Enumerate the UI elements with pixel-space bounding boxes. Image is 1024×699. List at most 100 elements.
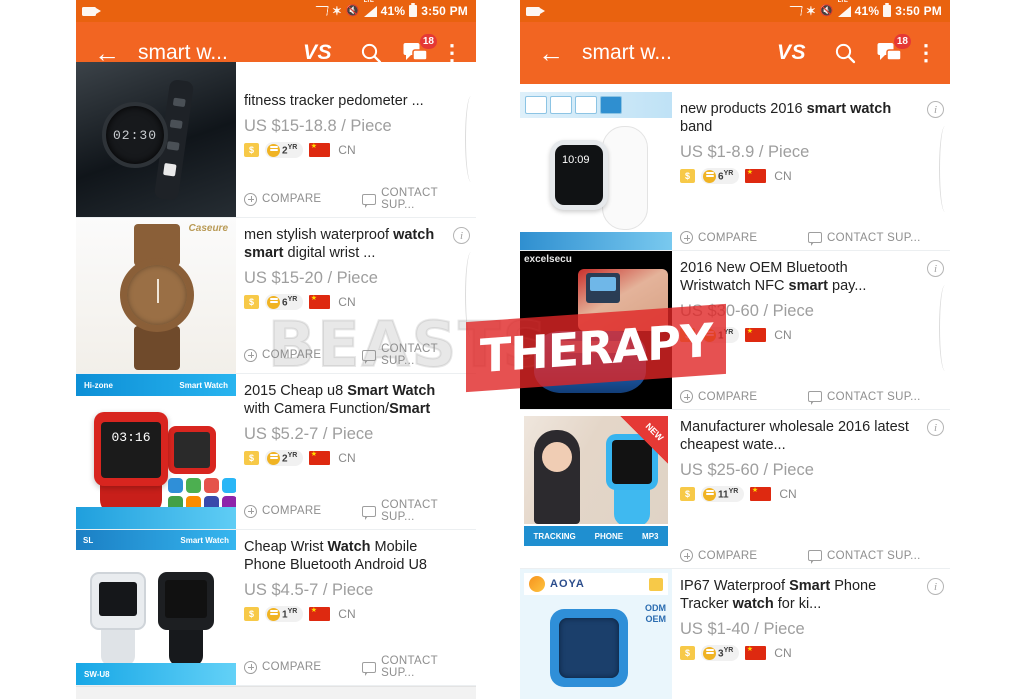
info-icon[interactable]: i (927, 419, 944, 436)
contact-supplier-button[interactable]: CONTACT SUP... (362, 187, 466, 211)
country-code: CN (338, 295, 356, 309)
product-title[interactable]: Cheap Wrist Watch Mobile Phone Bluetooth… (244, 538, 466, 574)
product-title[interactable]: fitness tracker pedometer ... (244, 92, 466, 110)
product-card[interactable]: SL Smart Watch SW-U8 Cheap Wrist Watch Mo… (76, 530, 476, 686)
product-image[interactable]: NEW TRACKING PHONE MP3 (520, 410, 672, 568)
gold-supplier-icon (680, 328, 695, 342)
product-card[interactable]: Hi-zoneSmart Watch 2015 Cheap u8 Smart W… (76, 374, 476, 530)
product-card[interactable]: excelsecu 2016 New OEM Bluetooth Wristwa… (520, 251, 950, 410)
years-suffix: YR (287, 295, 298, 303)
compare-button[interactable]: COMPARE (244, 504, 362, 518)
vs-compare-button[interactable]: VS (777, 41, 806, 65)
contact-label: CONTACT SUP... (827, 390, 921, 403)
compare-button[interactable]: COMPARE (244, 192, 362, 206)
contact-supplier-button[interactable]: CONTACT SUP... (362, 343, 466, 367)
overflow-menu-button[interactable]: ⋮ (914, 36, 938, 70)
product-list-right[interactable]: 10:09 new products 2016 smart watch band… (520, 92, 950, 699)
country-flag-icon (309, 142, 331, 157)
scroll-hint-arc (939, 285, 950, 371)
network-type-label: LTE (363, 0, 374, 4)
overflow-menu-icon: ⋮ (441, 40, 463, 66)
info-icon[interactable]: i (927, 101, 944, 118)
contact-supplier-button[interactable]: CONTACT SUP... (362, 655, 466, 679)
years-badge: 6YR (265, 294, 304, 310)
back-button[interactable]: ← (534, 36, 568, 70)
product-price: US $15-18.8 / Piece (244, 117, 392, 135)
compare-button[interactable]: COMPARE (244, 660, 362, 674)
card-actions: COMPARE CONTACT SUP... (680, 223, 940, 246)
product-image[interactable]: Caseure (76, 218, 236, 373)
product-title[interactable]: 2015 Cheap u8 Smart Watch with Camera Fu… (244, 382, 466, 418)
card-actions: COMPARE CONTACT SUP... (244, 179, 466, 211)
card-actions: COMPARE CONTACT SUP... (244, 491, 466, 523)
contact-label: CONTACT SUP... (381, 655, 438, 679)
gold-supplier-icon (244, 607, 259, 621)
compare-label: COMPARE (698, 231, 758, 244)
supplier-badges: 2YR CN (244, 450, 466, 466)
product-image[interactable]: AOYA ODM OEM (520, 569, 672, 699)
clock-time: 3:50 PM (421, 4, 468, 18)
screen-cast-icon (788, 6, 803, 16)
compare-label: COMPARE (698, 390, 758, 403)
product-image[interactable]: excelsecu (520, 251, 672, 409)
contact-supplier-button[interactable]: CONTACT SUP... (808, 231, 921, 246)
years-value: 11 (718, 489, 729, 501)
contact-label: CONTACT SUP... (827, 549, 921, 562)
product-details: fitness tracker pedometer ... US $15-18.… (236, 62, 476, 217)
product-card[interactable]: 10:09 new products 2016 smart watch band… (520, 92, 950, 251)
info-icon[interactable]: i (927, 578, 944, 595)
product-title[interactable]: 2016 New OEM Bluetooth Wristwatch NFC sm… (680, 259, 940, 295)
info-icon[interactable]: i (927, 260, 944, 277)
product-card[interactable]: AOYA ODM OEM IP67 Waterproof Smart Phone … (520, 569, 950, 699)
chat-bubble-icon (808, 550, 822, 564)
back-arrow-icon: ← (538, 38, 564, 68)
search-icon (835, 43, 856, 64)
scroll-hint-arc (939, 126, 950, 212)
app-bar-right: ← smart w... VS 18 ⋮ (520, 22, 950, 84)
compare-button[interactable]: COMPARE (680, 549, 808, 562)
product-title[interactable]: men stylish waterproof watch smart digit… (244, 226, 466, 262)
product-image[interactable]: Hi-zone Smart Watch (76, 374, 236, 529)
contact-label: CONTACT SUP... (381, 343, 438, 367)
network-type-label: LTE (837, 0, 848, 4)
product-card[interactable]: fitness tracker pedometer ... US $15-18.… (76, 62, 476, 218)
volume-mute-icon: 🔇 (345, 4, 360, 17)
card-actions: COMPARE CONTACT SUP... (244, 335, 466, 367)
contact-label: CONTACT SUP... (827, 231, 921, 244)
product-image[interactable]: 10:09 (520, 92, 672, 250)
compare-label: COMPARE (698, 549, 758, 562)
supplier-badges: 6YR CN (244, 294, 466, 310)
messages-button[interactable]: 18 (872, 33, 912, 70)
compare-label: COMPARE (262, 505, 322, 517)
compare-button[interactable]: COMPARE (680, 231, 808, 244)
product-card[interactable]: Caseure men stylish waterproof watch sma… (76, 218, 476, 374)
product-title[interactable]: new products 2016 smart watch band (680, 100, 940, 136)
search-button[interactable] (828, 36, 862, 70)
product-details: Manufacturer wholesale 2016 latest cheap… (672, 410, 950, 568)
screenshot-stage: ✶ 🔇 LTE 41% 3:50 PM ← smart w... VS 18 ⋮… (0, 0, 1024, 699)
info-icon[interactable]: i (453, 227, 470, 244)
gold-supplier-icon (649, 577, 663, 591)
compare-label: COMPARE (262, 349, 322, 361)
not-interested-banner[interactable]: Not interested (76, 686, 476, 699)
product-image[interactable] (76, 62, 236, 217)
years-suffix: YR (723, 169, 734, 177)
contact-supplier-button[interactable]: CONTACT SUP... (362, 499, 466, 523)
country-flag-icon (750, 486, 772, 501)
product-title[interactable]: IP67 Waterproof Smart Phone Tracker watc… (680, 577, 940, 613)
product-image[interactable]: SL Smart Watch SW-U8 (76, 530, 236, 685)
product-title[interactable]: Manufacturer wholesale 2016 latest cheap… (680, 418, 940, 454)
contact-supplier-button[interactable]: CONTACT SUP... (808, 549, 921, 564)
search-query-title[interactable]: smart w... (582, 41, 763, 65)
years-badge: 3YR (701, 645, 740, 661)
supplier-badges: 2YR CN (244, 142, 466, 158)
country-flag-icon (745, 327, 767, 342)
compare-button[interactable]: COMPARE (680, 390, 808, 403)
product-list-left[interactable]: fitness tracker pedometer ... US $15-18.… (76, 62, 476, 699)
phone-screen-right: ✶ 🔇 LTE 41% 3:50 PM ← smart w... VS 18 ⋮… (520, 0, 950, 699)
years-badge: 1YR (265, 606, 304, 622)
contact-supplier-button[interactable]: CONTACT SUP... (808, 390, 921, 405)
compare-button[interactable]: COMPARE (244, 348, 362, 362)
product-card[interactable]: NEW TRACKING PHONE MP3 Manufacturer wholes… (520, 410, 950, 569)
years-suffix: YR (728, 487, 739, 495)
